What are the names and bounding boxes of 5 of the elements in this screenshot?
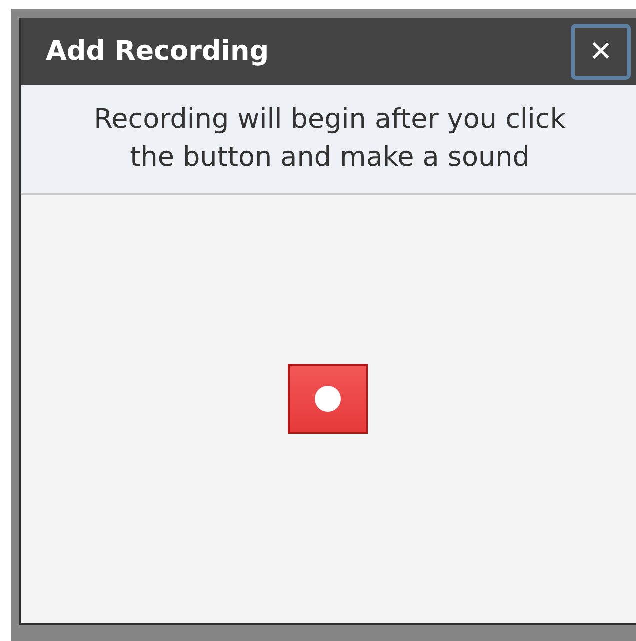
dialog-title: Add Recording xyxy=(46,36,270,67)
record-button[interactable] xyxy=(288,364,368,434)
instructions-text: Recording will begin after you click the button and make a sound xyxy=(93,103,567,175)
record-icon xyxy=(315,386,341,412)
close-button[interactable]: ✕ xyxy=(571,24,631,80)
